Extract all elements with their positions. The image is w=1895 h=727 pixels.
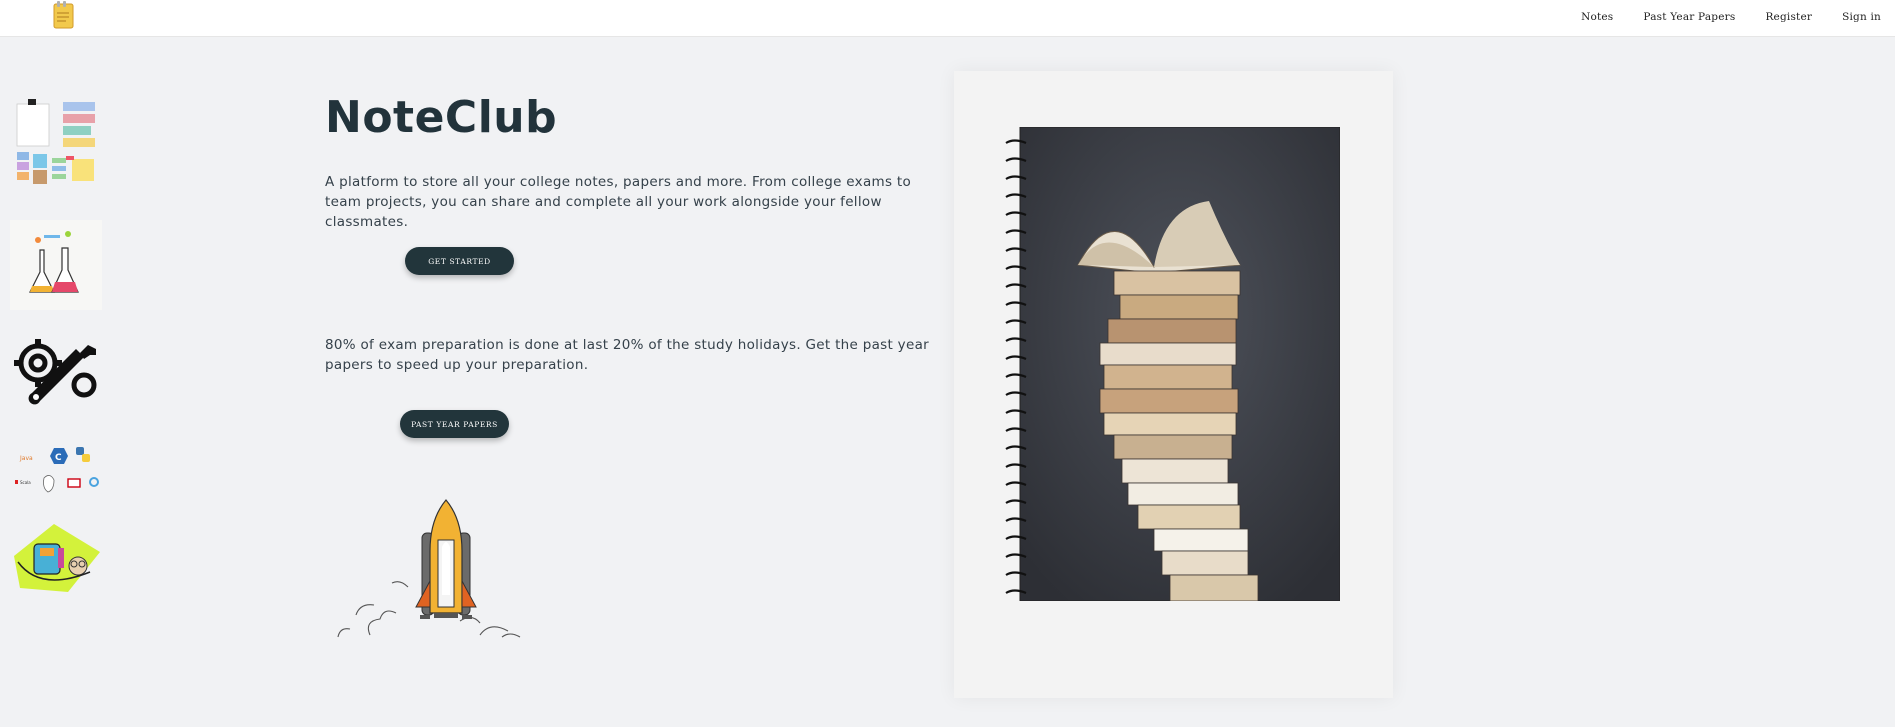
hero-image-card xyxy=(954,71,1393,698)
study-backpack-icon[interactable] xyxy=(10,522,102,594)
page-title: NoteClub xyxy=(325,92,558,143)
nav-link-sign-in[interactable]: Sign in xyxy=(1842,11,1881,23)
svg-text:Java: Java xyxy=(19,455,33,462)
get-started-button[interactable]: GET STARTED xyxy=(405,247,514,275)
notepad-logo-icon[interactable] xyxy=(52,1,76,30)
book-stack-notebook-image xyxy=(1004,126,1341,602)
top-navbar: Notes Past Year Papers Register Sign in xyxy=(0,0,1895,37)
programming-languages-icon[interactable]: Java C Scala xyxy=(10,442,102,500)
svg-text:Scala: Scala xyxy=(20,480,31,485)
past-papers-text: 80% of exam preparation is done at last … xyxy=(325,337,929,373)
lab-flasks-icon[interactable] xyxy=(10,220,102,310)
nav-link-register[interactable]: Register xyxy=(1765,11,1812,23)
nav-links: Notes Past Year Papers Register Sign in xyxy=(1551,0,1881,34)
nav-link-past-year-papers[interactable]: Past Year Papers xyxy=(1643,11,1735,23)
nav-link-notes[interactable]: Notes xyxy=(1581,11,1613,23)
sticky-notes-icon[interactable] xyxy=(10,96,102,192)
past-year-papers-button[interactable]: PAST YEAR PAPERS xyxy=(400,410,509,438)
hero-description: A platform to store all your college not… xyxy=(325,174,912,230)
settings-wrench-icon[interactable] xyxy=(10,335,102,413)
rocket-launch-illustration xyxy=(330,495,530,640)
svg-text:C: C xyxy=(55,453,62,463)
